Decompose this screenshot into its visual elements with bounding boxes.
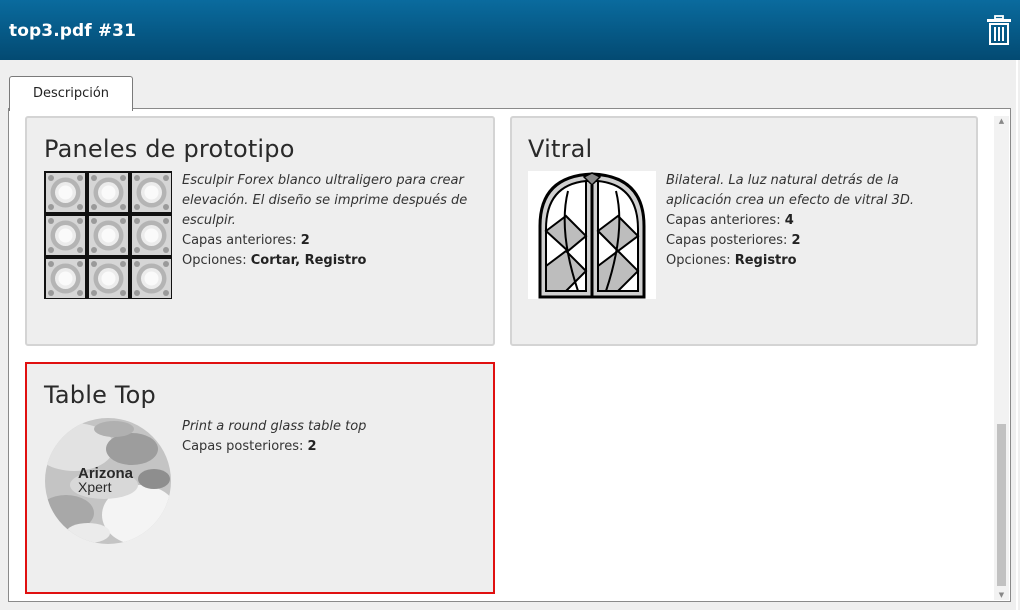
tab-descripcion[interactable]: Descripción — [9, 76, 133, 111]
card-paneles-de-prototipo[interactable]: Paneles de prototipo Esculpir Forex blan… — [25, 116, 495, 346]
card-info: Print a round glass table top Capas post… — [182, 417, 472, 457]
vertical-scrollbar[interactable]: ▲ ▼ — [994, 116, 1009, 600]
property-label: Capas anteriores: — [666, 213, 781, 228]
card-description: Print a round glass table top — [182, 419, 367, 434]
window-title: top3.pdf #31 — [9, 21, 137, 41]
card-description: Bilateral. La luz natural detrás de la a… — [666, 173, 914, 208]
property-label: Opciones: — [666, 253, 731, 268]
property-value: Registro — [734, 253, 797, 268]
panel-tiles-thumbnail — [44, 171, 172, 299]
property-value: 2 — [300, 233, 310, 248]
table-top-thumbnail: Arizona Xpert — [45, 418, 171, 544]
card-info: Esculpir Forex blanco ultraligero para c… — [182, 171, 472, 271]
card-table-top[interactable]: Table Top Arizona Xpert Print a round gl… — [25, 362, 495, 594]
property-label: Capas anteriores: — [182, 233, 297, 248]
property-row: Opciones: Cortar, Registro — [182, 251, 472, 271]
card-title: Table Top — [44, 381, 156, 409]
property-row: Capas posteriores: 2 — [182, 437, 472, 457]
logo-line2: Xpert — [78, 479, 112, 495]
property-row: Capas anteriores: 4 — [666, 211, 956, 231]
property-value: 2 — [791, 233, 801, 248]
scroll-down-arrow-icon[interactable]: ▼ — [994, 590, 1009, 600]
scroll-up-arrow-icon[interactable]: ▲ — [994, 116, 1009, 126]
property-row: Capas posteriores: 2 — [666, 231, 956, 251]
card-vitral[interactable]: Vitral Bilateral. La luz natural detrás … — [510, 116, 978, 346]
property-label: Capas posteriores: — [182, 439, 304, 454]
card-info: Bilateral. La luz natural detrás de la a… — [666, 171, 956, 271]
property-row: Opciones: Registro — [666, 251, 956, 271]
title-bar: top3.pdf #31 — [0, 0, 1020, 60]
content-area: Paneles de prototipo Esculpir Forex blan… — [8, 108, 1011, 602]
property-label: Opciones: — [182, 253, 247, 268]
card-title: Paneles de prototipo — [44, 135, 295, 163]
trash-icon[interactable] — [986, 15, 1012, 45]
property-value: 2 — [307, 439, 317, 454]
scrollbar-thumb[interactable] — [997, 424, 1006, 586]
stained-glass-thumbnail — [528, 171, 656, 299]
property-row: Capas anteriores: 2 — [182, 231, 472, 251]
card-title: Vitral — [528, 135, 593, 163]
property-label: Capas posteriores: — [666, 233, 788, 248]
panel-edge — [1016, 60, 1018, 610]
property-value: 4 — [784, 213, 794, 228]
property-value: Cortar, Registro — [250, 253, 367, 268]
card-description: Esculpir Forex blanco ultraligero para c… — [182, 173, 468, 228]
